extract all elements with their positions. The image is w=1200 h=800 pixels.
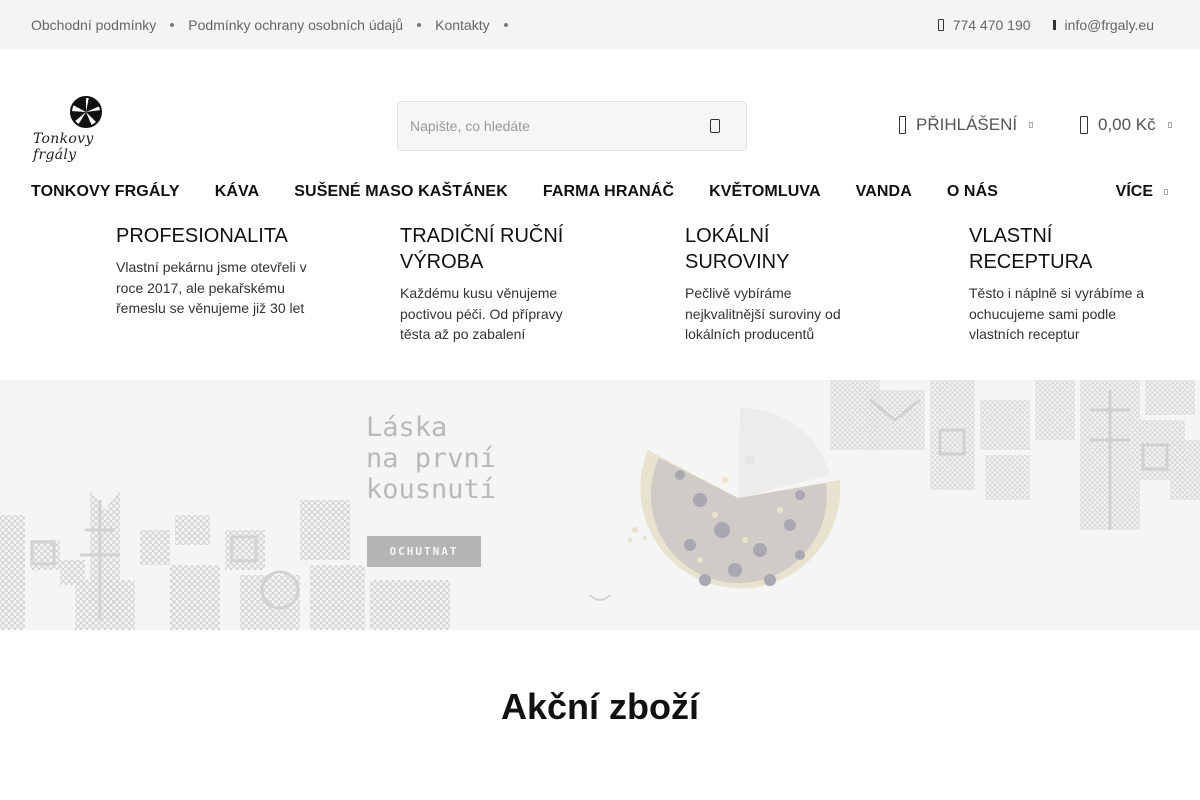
phone-contact[interactable]: 774 470 190 <box>937 17 1031 33</box>
phone-icon <box>937 18 944 31</box>
login-label: PŘIHLÁŠENÍ <box>916 115 1018 134</box>
chevron-down-icon <box>1164 189 1168 195</box>
feature-text: Vlastní pekárnu jsme otevřeli v roce 201… <box>116 259 307 316</box>
feature-title: TRADIČNÍ RUČNÍ VÝROBA <box>400 225 564 273</box>
nav-item-tonkovy-frgaly[interactable]: TONKOVY FRGÁLY <box>31 183 180 201</box>
sale-section-title: Akční zboží <box>500 686 700 727</box>
separator-dot <box>503 22 508 27</box>
login-button[interactable]: PŘIHLÁŠENÍ <box>899 115 1034 135</box>
hero-banner[interactable]: Láska na první kousnutí OCHUTNAT <box>0 380 1200 630</box>
nav-item-o-nas[interactable]: O NÁS <box>947 183 998 201</box>
nav-item-kava[interactable]: KÁVA <box>215 183 260 201</box>
phone-number[interactable]: 774 470 190 <box>953 17 1031 33</box>
feature-text: Každému kusu věnujeme poctivou péči. Od … <box>400 285 563 342</box>
feature-title: VLASTNÍ RECEPTURA <box>969 225 1093 273</box>
folk-pattern-graphic <box>0 380 1200 630</box>
feature-text: Pečlivě vybíráme nejkvalitnější suroviny… <box>685 285 841 342</box>
nav-item-susene-maso[interactable]: SUŠENÉ MASO KAŠTÁNEK <box>294 183 508 201</box>
features-section: PROFESIONALITA Vlastní pekárnu jsme otev… <box>0 223 1200 380</box>
top-links: Obchodní podmínky Podmínky ochrany osobn… <box>31 17 522 33</box>
logo-text: Tonkovy frgály <box>33 131 94 163</box>
link-privacy[interactable]: Podmínky ochrany osobních údajů <box>188 17 403 33</box>
feature-item: PROFESIONALITA Vlastní pekárnu jsme otev… <box>116 223 326 319</box>
link-contacts[interactable]: Kontakty <box>435 17 489 33</box>
feature-item: VLASTNÍ RECEPTURA Těsto i náplně si vyrá… <box>969 223 1179 345</box>
separator-dot <box>170 22 175 27</box>
feature-item: TRADIČNÍ RUČNÍ VÝROBA Každému kusu věnuj… <box>400 223 610 345</box>
feature-title: PROFESIONALITA <box>116 225 288 247</box>
user-icon <box>899 116 906 134</box>
search-input[interactable] <box>410 118 710 134</box>
site-logo[interactable]: Tonkovy frgály <box>31 95 139 163</box>
mail-icon <box>1052 19 1056 30</box>
chevron-down-icon <box>1167 122 1172 128</box>
taste-button[interactable]: OCHUTNAT <box>367 536 481 567</box>
banner-headline: Láska na první kousnutí <box>366 412 497 505</box>
cart-button[interactable]: 0,00 Kč <box>1080 115 1172 135</box>
search-box[interactable] <box>397 101 747 151</box>
feature-text: Těsto i náplně si vyrábíme a ochucujeme … <box>969 285 1145 342</box>
contact-info: 774 470 190 info@frgaly.eu <box>937 17 1169 33</box>
top-bar: Obchodní podmínky Podmínky ochrany osobn… <box>0 0 1200 49</box>
separator-dot <box>417 22 422 27</box>
cart-total: 0,00 Kč <box>1098 115 1156 134</box>
main-nav: TONKOVY FRGÁLY KÁVA SUŠENÉ MASO KAŠTÁNEK… <box>31 183 1168 201</box>
nav-more-button[interactable]: VÍCE <box>1116 183 1168 201</box>
cart-icon <box>1080 116 1088 134</box>
chevron-down-icon <box>1029 122 1034 128</box>
feature-item: LOKÁLNÍ SUROVINY Pečlivě vybíráme nejkva… <box>685 223 895 345</box>
site-header: Tonkovy frgály PŘIHLÁŠENÍ 0,00 Kč TONKOV… <box>0 49 1200 223</box>
link-terms[interactable]: Obchodní podmínky <box>31 17 156 33</box>
nav-item-farma-hranac[interactable]: FARMA HRANÁČ <box>543 183 674 201</box>
nav-more-label: VÍCE <box>1115 183 1153 200</box>
feature-title: LOKÁLNÍ SUROVINY <box>685 225 790 273</box>
nav-item-kvetomluva[interactable]: KVĚTOMLUVA <box>709 183 821 201</box>
search-icon[interactable] <box>710 119 720 133</box>
nav-item-vanda[interactable]: VANDA <box>856 183 912 201</box>
email-address[interactable]: info@frgaly.eu <box>1065 17 1154 33</box>
email-contact[interactable]: info@frgaly.eu <box>1052 17 1154 33</box>
